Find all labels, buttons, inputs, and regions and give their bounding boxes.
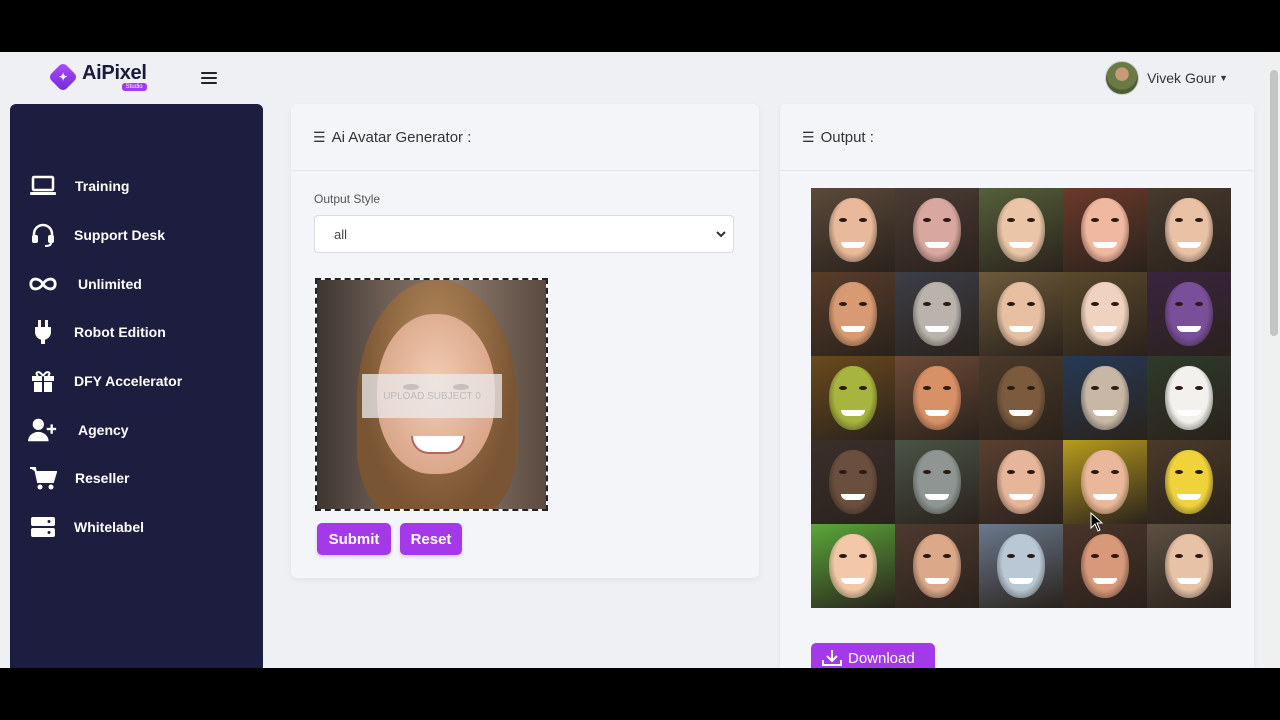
output-panel: ☰ Output : Download xyxy=(780,104,1254,668)
infinity-icon xyxy=(28,271,58,297)
scrollbar-thumb[interactable] xyxy=(1270,70,1278,336)
download-icon xyxy=(822,650,842,666)
sidebar-item-label: Training xyxy=(75,178,130,194)
avatar-tile xyxy=(811,188,895,272)
avatar-tile xyxy=(895,188,979,272)
avatar-tile xyxy=(1147,356,1231,440)
logo[interactable]: ✦ AiPixel Studio xyxy=(47,61,147,92)
avatar-tile xyxy=(811,524,895,608)
reset-button[interactable]: Reset xyxy=(400,523,462,555)
list-icon: ☰ xyxy=(313,128,326,145)
generator-header: ☰ Ai Avatar Generator : xyxy=(291,104,759,171)
avatar-tile xyxy=(811,356,895,440)
avatar-tile xyxy=(979,356,1063,440)
sidebar-item-agency[interactable]: Agency xyxy=(10,410,263,450)
output-style-select[interactable]: all xyxy=(314,215,734,253)
logo-icon: ✦ xyxy=(47,61,79,92)
sidebar: Training Support Desk Unlimited Robot Ed… xyxy=(10,104,263,668)
page-scrollbar[interactable] xyxy=(1268,52,1280,668)
sidebar-item-reseller[interactable]: Reseller xyxy=(10,458,263,498)
submit-button[interactable]: Submit xyxy=(317,523,391,555)
avatar-tile xyxy=(1063,440,1147,524)
download-button[interactable]: Download xyxy=(811,643,935,668)
avatar-tile xyxy=(1063,272,1147,356)
avatar-tile xyxy=(979,188,1063,272)
avatar-tile xyxy=(1147,440,1231,524)
sidebar-item-label: Unlimited xyxy=(78,276,142,292)
logo-name: AiPixel xyxy=(82,62,147,84)
sidebar-item-support-desk[interactable]: Support Desk xyxy=(10,215,263,255)
mouse-cursor-icon xyxy=(1090,512,1104,532)
avatar-tile xyxy=(979,272,1063,356)
list-icon: ☰ xyxy=(802,128,815,145)
upload-subject-button[interactable]: UPLOAD SUBJECT 0 xyxy=(362,374,502,418)
plug-icon xyxy=(28,319,58,345)
headset-icon xyxy=(28,222,58,248)
avatar-tile xyxy=(895,272,979,356)
sidebar-item-label: Support Desk xyxy=(74,227,166,243)
avatar-tile xyxy=(1147,188,1231,272)
sidebar-item-training[interactable]: Training xyxy=(10,166,263,206)
avatar-tile xyxy=(979,524,1063,608)
generator-title: Ai Avatar Generator : xyxy=(331,128,472,146)
sidebar-item-whitelabel[interactable]: Whitelabel xyxy=(10,507,263,547)
chevron-down-icon xyxy=(716,231,726,238)
gift-icon xyxy=(28,368,58,394)
user-menu[interactable]: Vivek Gour ▼ xyxy=(1105,61,1228,95)
sidebar-item-label: Robot Edition xyxy=(74,324,166,340)
sidebar-item-label: DFY Accelerator xyxy=(74,373,183,389)
avatar-tile xyxy=(895,356,979,440)
top-bar: ✦ AiPixel Studio Vivek Gour ▼ xyxy=(0,52,1268,104)
avatar-tile xyxy=(1063,188,1147,272)
avatar-tile xyxy=(811,272,895,356)
avatar-tile xyxy=(895,440,979,524)
sidebar-item-robot-edition[interactable]: Robot Edition xyxy=(10,312,263,352)
sidebar-item-label: Reseller xyxy=(75,470,130,486)
avatar-tile xyxy=(1147,272,1231,356)
avatar-tile xyxy=(811,440,895,524)
avatar-tile xyxy=(895,524,979,608)
output-avatar-grid xyxy=(811,188,1233,610)
caret-down-icon: ▼ xyxy=(1219,73,1228,83)
menu-toggle-icon[interactable] xyxy=(201,72,217,86)
image-upload-area[interactable]: UPLOAD SUBJECT 0 xyxy=(315,278,548,511)
output-title: Output : xyxy=(820,128,874,146)
logo-tagline: Studio xyxy=(121,83,147,91)
output-style-label: Output Style xyxy=(314,192,381,206)
sidebar-item-dfy-accelerator[interactable]: DFY Accelerator xyxy=(10,361,263,401)
output-header: ☰ Output : xyxy=(780,104,1254,171)
user-plus-icon xyxy=(28,417,58,443)
sidebar-item-label: Whitelabel xyxy=(74,519,145,535)
generator-panel: ☰ Ai Avatar Generator : Output Style all… xyxy=(291,104,759,578)
avatar-tile xyxy=(979,440,1063,524)
avatar-tile xyxy=(1063,524,1147,608)
server-icon xyxy=(28,514,58,540)
avatar-tile xyxy=(1063,356,1147,440)
avatar xyxy=(1105,61,1140,95)
output-style-value: all xyxy=(334,226,348,242)
avatar-tile xyxy=(1147,524,1231,608)
laptop-icon xyxy=(28,173,58,199)
sidebar-item-label: Agency xyxy=(78,422,129,438)
sidebar-item-unlimited[interactable]: Unlimited xyxy=(10,264,263,304)
app-screen: ✦ AiPixel Studio Vivek Gour ▼ Training S… xyxy=(0,52,1280,668)
cart-icon xyxy=(28,465,58,491)
user-name: Vivek Gour xyxy=(1147,70,1217,86)
download-label: Download xyxy=(848,649,915,667)
